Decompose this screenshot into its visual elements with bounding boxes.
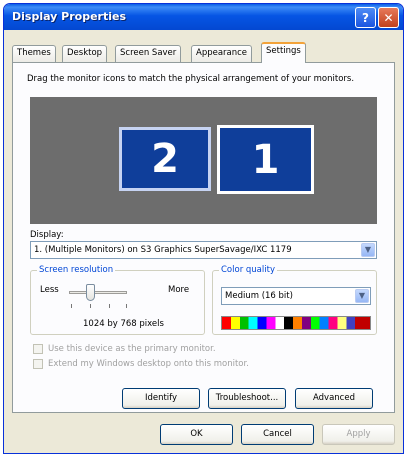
apply-button[interactable]: Apply	[322, 424, 395, 445]
advanced-button[interactable]: Advanced	[295, 388, 373, 409]
color-quality-legend: Color quality	[219, 265, 277, 275]
extend-desktop-checkbox-label: Extend my Windows desktop onto this moni…	[48, 359, 249, 369]
tab-settings[interactable]: Settings	[261, 42, 306, 63]
primary-monitor-checkbox[interactable]	[33, 344, 43, 354]
color-quality-value: Medium (16 bit)	[225, 291, 293, 301]
screen-resolution-legend: Screen resolution	[37, 265, 116, 275]
resolution-slider-thumb[interactable]	[86, 284, 95, 301]
slider-tick	[71, 304, 72, 308]
slider-tick	[109, 304, 110, 308]
help-icon: ?	[362, 10, 369, 25]
monitor-arrangement-area[interactable]: 2 1	[30, 97, 377, 224]
extend-desktop-checkbox[interactable]	[33, 359, 43, 369]
help-button[interactable]: ?	[355, 7, 376, 28]
screen-resolution-group: Screen resolution Less More 1024 by 768 …	[30, 265, 205, 335]
ok-button[interactable]: OK	[160, 424, 233, 445]
settings-panel: Drag the monitor icons to match the phys…	[12, 62, 395, 413]
close-button[interactable]: ✕	[378, 7, 399, 28]
chevron-down-icon[interactable]: ▼	[355, 289, 369, 303]
chevron-down-icon[interactable]: ▼	[361, 243, 375, 257]
slider-tick	[126, 304, 127, 308]
close-icon: ✕	[383, 10, 394, 25]
resolution-less-label: Less	[40, 285, 59, 295]
resolution-value-text: 1024 by 768 pixels	[83, 319, 164, 329]
cancel-button[interactable]: Cancel	[241, 424, 314, 445]
display-properties-window: Display Properties ? ✕ Themes Desktop Sc…	[3, 3, 404, 454]
primary-monitor-checkbox-label: Use this device as the primary monitor.	[48, 344, 216, 354]
title-bar[interactable]: Display Properties ? ✕	[4, 4, 403, 30]
display-select-value: 1. (Multiple Monitors) on S3 Graphics Su…	[34, 245, 292, 255]
resolution-more-label: More	[168, 285, 190, 295]
monitor-1-icon[interactable]: 1	[217, 125, 314, 194]
display-select[interactable]: 1. (Multiple Monitors) on S3 Graphics Su…	[30, 241, 377, 259]
tab-desktop[interactable]: Desktop	[62, 45, 108, 62]
tab-appearance[interactable]: Appearance	[191, 45, 253, 62]
monitor-2-icon[interactable]: 2	[119, 127, 211, 191]
color-quality-preview-bar	[221, 316, 371, 330]
monitor-instruction: Drag the monitor icons to match the phys…	[27, 74, 355, 84]
color-quality-group: Color quality Medium (16 bit) ▼	[212, 265, 377, 335]
window-title: Display Properties	[12, 10, 127, 23]
color-quality-select[interactable]: Medium (16 bit) ▼	[221, 287, 371, 305]
troubleshoot-button[interactable]: Troubleshoot...	[208, 388, 286, 409]
tab-themes[interactable]: Themes	[12, 45, 56, 62]
resolution-slider-track[interactable]	[69, 291, 127, 294]
tab-screen-saver[interactable]: Screen Saver	[115, 45, 182, 62]
tab-strip: Themes Desktop Screen Saver Appearance S…	[12, 42, 395, 63]
slider-tick	[90, 304, 91, 308]
display-label: Display:	[30, 230, 64, 240]
identify-button[interactable]: Identify	[122, 388, 200, 409]
